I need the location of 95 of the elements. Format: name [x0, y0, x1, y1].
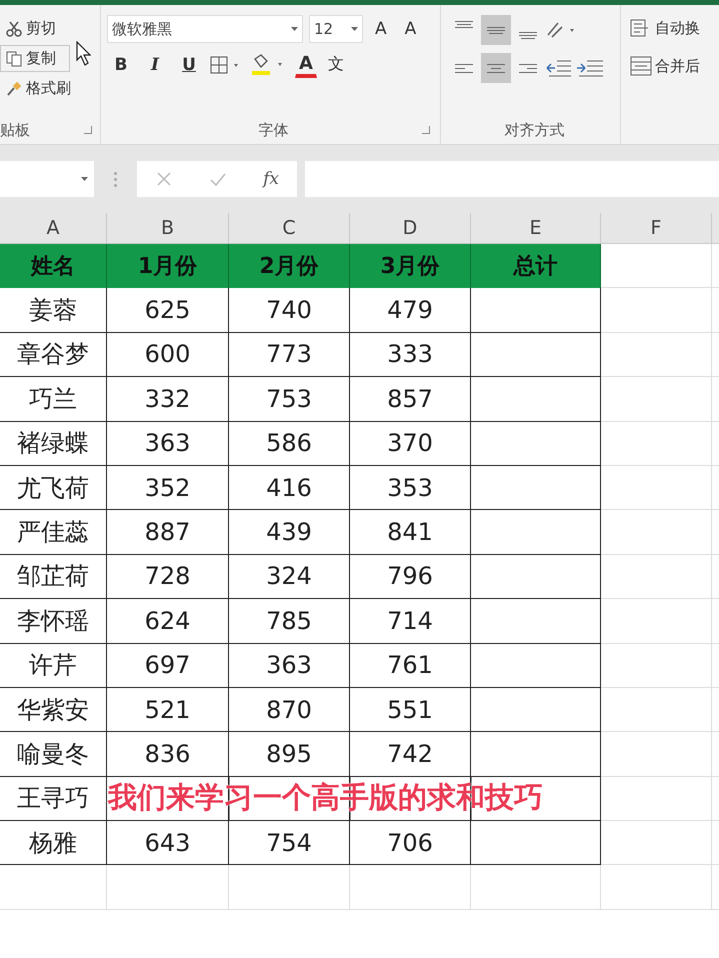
- header-cell: 1月份: [107, 244, 229, 288]
- align-right-icon: [519, 64, 537, 72]
- value-cell: 714: [350, 599, 471, 644]
- value-cell: 479: [350, 288, 471, 333]
- launcher-icon[interactable]: [84, 126, 92, 134]
- name-cell: 李怀瑶: [0, 599, 107, 644]
- shrink-font-button[interactable]: A: [398, 16, 422, 42]
- group-label: 对齐方式: [504, 120, 564, 140]
- dropdown-caret-icon: [81, 177, 88, 181]
- value-cell: 887: [107, 510, 229, 555]
- name-cell: 尤飞荷: [0, 466, 107, 510]
- value-cell: 333: [350, 332, 471, 378]
- value-cell: 324: [229, 554, 350, 600]
- name-cell: 严佳蕊: [0, 510, 107, 555]
- value-cell: 773: [229, 332, 350, 378]
- group-label: 贴板: [0, 120, 30, 140]
- value-cell: 521: [107, 688, 229, 732]
- name-cell: 章谷梦: [0, 332, 107, 378]
- phonetic-button[interactable]: 文: [322, 51, 349, 78]
- value-cell: 363: [107, 422, 229, 466]
- column-header[interactable]: F: [601, 213, 712, 243]
- value-cell: 857: [350, 377, 471, 422]
- cancel-icon[interactable]: [155, 170, 174, 188]
- align-middle-icon: [487, 26, 505, 34]
- column-header[interactable]: E: [471, 213, 601, 243]
- font-size-field[interactable]: 12: [309, 15, 363, 43]
- merge-cells-icon: [630, 56, 652, 76]
- value-cell: 332: [107, 377, 229, 422]
- value-cell: 796: [350, 554, 471, 600]
- value-cell: 785: [229, 599, 350, 644]
- column-header[interactable]: B: [107, 213, 229, 243]
- align-top-icon: [455, 21, 473, 28]
- column-header[interactable]: A: [0, 213, 107, 243]
- header-cell: 2月份: [229, 244, 350, 288]
- value-cell: 352: [107, 466, 229, 510]
- value-cell: 761: [350, 644, 471, 688]
- column-header[interactable]: C: [229, 213, 350, 243]
- value-cell: 370: [350, 422, 471, 466]
- align-bottom-icon: [519, 32, 537, 39]
- launcher-icon[interactable]: [422, 126, 430, 134]
- header-cell: 总计: [471, 244, 601, 288]
- name-cell: 许芹: [0, 644, 107, 688]
- dropdown-caret-icon: [291, 27, 298, 31]
- merge-center-button[interactable]: 合并后: [625, 53, 719, 79]
- drag-handle-icon[interactable]: [114, 172, 117, 186]
- style-button[interactable]: B: [107, 52, 135, 78]
- column-header[interactable]: D: [350, 213, 471, 243]
- font-color-button[interactable]: A: [295, 52, 317, 78]
- header-cell: 姓名: [0, 244, 107, 288]
- name-cell: 姜蓉: [0, 288, 107, 333]
- formula-field[interactable]: [305, 161, 719, 197]
- header-cell: 3月份: [350, 244, 471, 288]
- style-button[interactable]: U: [175, 52, 203, 78]
- value-cell: 740: [229, 288, 350, 333]
- value-cell: 439: [229, 510, 350, 555]
- copy-icon: [5, 50, 23, 68]
- insert-function-button[interactable]: fx: [263, 169, 279, 189]
- name-cell: 华紫安: [0, 688, 107, 732]
- align-left-icon: [455, 64, 473, 72]
- align-button[interactable]: [481, 15, 511, 45]
- grow-font-button[interactable]: A: [369, 16, 393, 42]
- value-cell: 624: [107, 599, 229, 644]
- value-cell: 728: [107, 554, 229, 600]
- value-cell: 754: [229, 821, 350, 866]
- clipboard-button[interactable]: 剪切: [0, 15, 61, 42]
- value-cell: 586: [229, 422, 350, 466]
- value-cell: 551: [350, 688, 471, 732]
- name-cell: 邹芷荷: [0, 554, 107, 600]
- value-cell: 643: [107, 821, 229, 866]
- font-name-field[interactable]: 微软雅黑: [107, 15, 303, 43]
- value-cell: 416: [229, 466, 350, 510]
- align-button[interactable]: [481, 53, 511, 83]
- value-cell: 363: [229, 644, 350, 688]
- style-button[interactable]: I: [141, 52, 169, 78]
- name-cell: 喻曼冬: [0, 732, 107, 777]
- value-cell: 753: [229, 377, 350, 422]
- name-cell: 褚绿蝶: [0, 422, 107, 466]
- dropdown-caret-icon: [351, 27, 358, 31]
- value-cell: 841: [350, 510, 471, 555]
- brush-icon: [5, 80, 23, 98]
- value-cell: 353: [350, 466, 471, 510]
- name-cell: 巧兰: [0, 377, 107, 422]
- scissors-icon: [5, 20, 23, 38]
- value-cell: 706: [350, 821, 471, 866]
- value-cell: 600: [107, 332, 229, 378]
- clipboard-button[interactable]: 复制: [0, 45, 70, 72]
- clipboard-button[interactable]: 格式刷: [0, 75, 76, 102]
- align-center-icon: [487, 64, 505, 72]
- value-cell: 697: [107, 644, 229, 688]
- mouse-pointer-icon: [76, 41, 91, 66]
- wrap-text-button[interactable]: 自动换: [625, 15, 719, 41]
- name-cell: 杨雅: [0, 821, 107, 866]
- group-label: 字体: [258, 120, 288, 140]
- value-cell: 870: [229, 688, 350, 732]
- value-cell: 625: [107, 288, 229, 333]
